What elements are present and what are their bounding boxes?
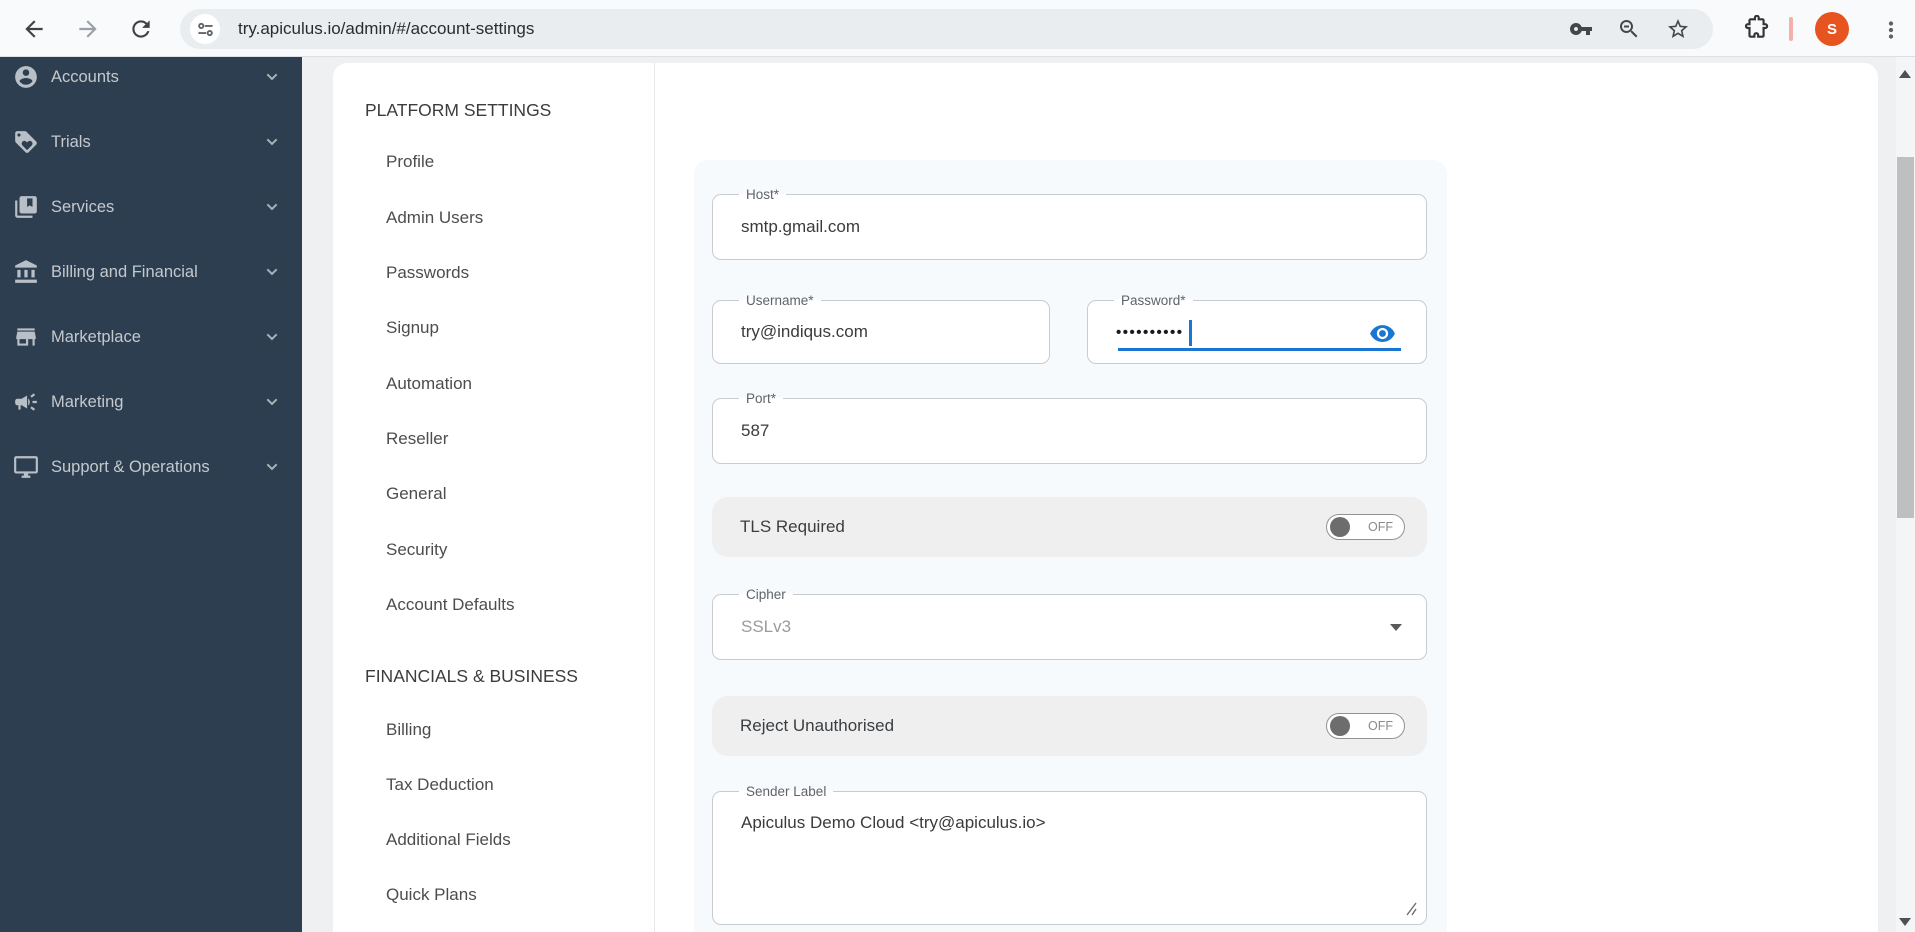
main-sidebar: Accounts Trials Services Billing and Fin…	[0, 57, 302, 932]
sender-label-value: Apiculus Demo Cloud <try@apiculus.io>	[741, 813, 1046, 832]
menu-item-signup[interactable]: Signup	[386, 318, 439, 338]
chevron-down-icon	[266, 398, 278, 406]
chevron-down-icon	[266, 463, 278, 471]
reject-unauthorised-toggle[interactable]: OFF	[1326, 713, 1405, 739]
port-value: 587	[741, 421, 770, 440]
sidebar-item-label: Support & Operations	[51, 457, 210, 476]
back-icon[interactable]	[21, 16, 47, 42]
password-manager-key-icon[interactable]	[1569, 17, 1593, 41]
sidebar-item-marketplace[interactable]: Marketplace	[0, 317, 302, 357]
toggle-state: OFF	[1368, 520, 1393, 534]
chevron-down-icon	[266, 203, 278, 211]
browser-menu-kebab-icon[interactable]	[1878, 17, 1904, 43]
extensions-icon[interactable]	[1743, 15, 1769, 41]
sidebar-item-billing-and-financial[interactable]: Billing and Financial	[0, 252, 302, 292]
host-value: smtp.gmail.com	[741, 217, 861, 236]
person-circle-icon	[15, 66, 37, 88]
megaphone-icon	[15, 393, 37, 411]
reject-unauthorised-label: Reject Unauthorised	[740, 716, 895, 735]
cipher-value: SSLv3	[741, 617, 792, 636]
text-cursor	[1189, 320, 1192, 346]
tls-required-label: TLS Required	[740, 517, 845, 536]
password-value: ••••••••••	[1116, 323, 1184, 341]
username-field[interactable]: Username* try@indiqus.com	[712, 291, 1050, 364]
sidebar-item-label: Trials	[51, 132, 91, 151]
tag-heart-icon	[15, 131, 37, 153]
port-field[interactable]: Port* 587	[712, 389, 1427, 464]
sidebar-item-label: Marketplace	[51, 327, 141, 346]
username-value: try@indiqus.com	[741, 322, 868, 341]
chevron-down-icon	[266, 138, 278, 146]
tls-required-row: TLS Required OFF	[712, 497, 1427, 557]
password-focus-underline	[1118, 348, 1401, 351]
password-field[interactable]: Password* ••••••••••	[1087, 291, 1427, 364]
bank-icon	[15, 260, 37, 283]
chevron-down-icon	[266, 333, 278, 341]
layered-bookmark-icon	[15, 196, 37, 218]
menu-item-additional-fields[interactable]: Additional Fields	[386, 830, 511, 850]
menu-section-heading: PLATFORM SETTINGS	[365, 100, 552, 120]
address-bar[interactable]: try.apiculus.io/admin/#/account-settings	[180, 9, 1713, 49]
show-password-eye-icon[interactable]	[1369, 320, 1396, 347]
menu-item-reseller[interactable]: Reseller	[386, 429, 448, 449]
menu-item-automation[interactable]: Automation	[386, 374, 472, 394]
scrollbar-up-arrow-icon[interactable]	[1899, 70, 1911, 78]
email-settings-card: Host* smtp.gmail.com Username* try@indiq…	[694, 160, 1447, 932]
dropdown-caret-icon	[1390, 624, 1402, 631]
menu-item-admin-users[interactable]: Admin Users	[386, 208, 483, 228]
sidebar-item-label: Accounts	[51, 67, 119, 86]
toggle-knob	[1330, 517, 1350, 537]
sidebar-item-label: Services	[51, 197, 115, 216]
menu-item-profile[interactable]: Profile	[386, 152, 434, 172]
menu-item-passwords[interactable]: Passwords	[386, 263, 469, 283]
profile-separator	[1789, 17, 1793, 41]
settings-menu: PLATFORM SETTINGS Profile Admin Users Pa…	[333, 63, 655, 932]
forward-icon[interactable]	[75, 16, 101, 42]
scrollbar-thumb[interactable]	[1897, 157, 1914, 518]
sidebar-item-support-operations[interactable]: Support & Operations	[0, 447, 302, 487]
storefront-icon	[16, 328, 36, 346]
profile-avatar[interactable]: S	[1815, 12, 1849, 46]
sidebar-item-label: Billing and Financial	[51, 262, 198, 281]
textarea-resize-grip[interactable]	[1403, 902, 1417, 916]
sidebar-item-accounts[interactable]: Accounts	[0, 57, 302, 97]
menu-item-billing[interactable]: Billing	[386, 720, 431, 740]
menu-item-tax-deduction[interactable]: Tax Deduction	[386, 775, 494, 795]
scrollbar-down-arrow-icon[interactable]	[1899, 918, 1911, 926]
sidebar-item-marketing[interactable]: Marketing	[0, 382, 302, 422]
cipher-select[interactable]: Cipher SSLv3	[712, 585, 1427, 660]
sidebar-item-services[interactable]: Services	[0, 187, 302, 227]
url-text[interactable]: try.apiculus.io/admin/#/account-settings	[238, 9, 534, 49]
chevron-down-icon	[266, 73, 278, 81]
zoom-out-icon[interactable]	[1617, 17, 1641, 41]
sidebar-item-label: Marketing	[51, 392, 124, 411]
host-field[interactable]: Host* smtp.gmail.com	[712, 185, 1427, 260]
page-scrollbar[interactable]	[1896, 57, 1915, 932]
site-info-icon	[197, 22, 213, 36]
menu-item-general[interactable]: General	[386, 484, 446, 504]
sender-label-label: Sender Label	[739, 782, 834, 801]
reload-icon[interactable]	[128, 16, 154, 42]
menu-section-heading: FINANCIALS & BUSINESS	[365, 666, 578, 686]
chevron-down-icon	[266, 268, 278, 276]
sender-label-textarea[interactable]: Sender Label Apiculus Demo Cloud <try@ap…	[712, 782, 1427, 925]
toggle-knob	[1330, 716, 1350, 736]
settings-panel: PLATFORM SETTINGS Profile Admin Users Pa…	[333, 63, 1878, 932]
email-settings-content: Email Host* smtp.gmail.com Username* try…	[655, 63, 1878, 932]
avatar-initial: S	[1826, 20, 1837, 38]
monitor-icon	[14, 456, 38, 478]
menu-item-security[interactable]: Security	[386, 540, 447, 560]
menu-item-quick-plans[interactable]: Quick Plans	[386, 885, 477, 905]
sidebar-item-trials[interactable]: Trials	[0, 122, 302, 162]
menu-item-account-defaults[interactable]: Account Defaults	[386, 595, 515, 615]
bookmark-star-icon[interactable]	[1666, 17, 1690, 41]
browser-toolbar: try.apiculus.io/admin/#/account-settings…	[0, 0, 1915, 57]
tls-required-toggle[interactable]: OFF	[1326, 514, 1405, 540]
site-info-button[interactable]	[190, 14, 220, 44]
reject-unauthorised-row: Reject Unauthorised OFF	[712, 696, 1427, 756]
toggle-state: OFF	[1368, 719, 1393, 733]
